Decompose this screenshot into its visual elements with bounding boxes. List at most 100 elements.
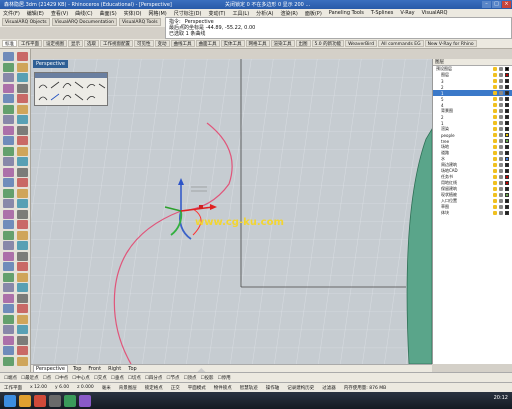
minimize-button[interactable]: – — [482, 1, 491, 8]
lock-icon[interactable] — [499, 163, 503, 167]
layer-color-swatch[interactable] — [505, 115, 509, 119]
toolbar-tool-icon[interactable] — [3, 104, 14, 114]
menu-item[interactable]: 曲线(C) — [75, 10, 92, 17]
toolbar-tool-icon[interactable] — [17, 52, 28, 61]
toolbar-tab[interactable]: VisualARQ Tools — [118, 18, 161, 26]
toolbar-group-tab[interactable]: 曲线工具 — [170, 40, 195, 47]
lock-icon[interactable] — [499, 97, 503, 101]
toolbar-tool-icon[interactable] — [3, 188, 14, 198]
toolbar-group-tab[interactable]: All commands EG — [378, 40, 424, 47]
taskbar-browser-icon[interactable] — [34, 394, 46, 407]
layer-color-swatch[interactable] — [505, 181, 509, 185]
osnap-checkbox[interactable]: ☐点 — [43, 375, 52, 381]
lock-icon[interactable] — [499, 127, 503, 131]
lock-icon[interactable] — [499, 199, 503, 203]
toolbar-tool-icon[interactable] — [17, 272, 28, 282]
toolbar-tool-icon[interactable] — [3, 83, 14, 93]
visibility-icon[interactable] — [493, 79, 497, 83]
toolbar-tool-icon[interactable] — [3, 314, 14, 324]
layer-color-swatch[interactable] — [505, 103, 509, 107]
layer-color-swatch[interactable] — [505, 199, 509, 203]
toolbar-tool-icon[interactable] — [3, 136, 14, 145]
toolbar-tool-icon[interactable] — [17, 62, 28, 72]
layer-color-swatch[interactable] — [505, 193, 509, 197]
lock-icon[interactable] — [499, 157, 503, 161]
visibility-icon[interactable] — [493, 193, 497, 197]
toolbar-tool-icon[interactable] — [3, 167, 14, 177]
layer-color-swatch[interactable] — [505, 157, 509, 161]
osnap-checkbox[interactable]: ☐中点 — [55, 375, 68, 381]
lock-icon[interactable] — [499, 181, 503, 185]
layer-color-swatch[interactable] — [505, 175, 509, 179]
toolbar-group-tab[interactable]: 5.0 的新功能 — [311, 40, 345, 47]
toolbar-tool-icon[interactable] — [17, 73, 28, 82]
osnap-checkbox[interactable]: ☐四分点 — [145, 375, 163, 381]
visibility-icon[interactable] — [493, 139, 497, 143]
menu-item[interactable]: 曲面(S) — [100, 10, 117, 17]
toolbar-tab[interactable]: VisualARQ Documentation — [51, 18, 117, 26]
lock-icon[interactable] — [499, 205, 503, 209]
toolbar-tool-icon[interactable] — [3, 241, 14, 250]
menu-item[interactable]: 文件(F) — [3, 10, 20, 17]
menu-item[interactable]: V-Ray — [400, 10, 414, 16]
toolbar-tool-icon[interactable] — [17, 136, 28, 145]
osnap-checkbox[interactable]: ☐中心点 — [72, 375, 90, 381]
lock-icon[interactable] — [499, 151, 503, 155]
toolbar-tool-icon[interactable] — [3, 199, 14, 208]
layer-color-swatch[interactable] — [505, 67, 509, 71]
menu-item[interactable]: 尺寸标注(D) — [174, 10, 202, 17]
osnap-checkbox[interactable]: ☐停用 — [218, 375, 231, 381]
lock-icon[interactable] — [499, 109, 503, 113]
lock-icon[interactable] — [499, 193, 503, 197]
toolbar-tool-icon[interactable] — [3, 346, 14, 355]
viewport-tab[interactable]: Front — [86, 366, 103, 372]
status-pane[interactable]: 操作轴 — [266, 385, 280, 391]
toolbar-tool-icon[interactable] — [3, 146, 14, 156]
visibility-icon[interactable] — [493, 181, 497, 185]
layer-color-swatch[interactable] — [505, 205, 509, 209]
visibility-icon[interactable] — [493, 115, 497, 119]
toolbar-tool-icon[interactable] — [17, 304, 28, 313]
viewport-tab[interactable]: Right — [106, 366, 123, 372]
menu-item[interactable]: 工具(L) — [232, 10, 249, 17]
lock-icon[interactable] — [499, 115, 503, 119]
toolbar-group-tab[interactable]: 工作视窗配置 — [100, 40, 133, 47]
lock-icon[interactable] — [499, 85, 503, 89]
close-button[interactable]: × — [502, 1, 511, 8]
viewport-title[interactable]: Perspective — [33, 60, 68, 68]
visibility-icon[interactable] — [493, 211, 497, 215]
toolbar-tool-icon[interactable] — [17, 314, 28, 324]
toolbar-tool-icon[interactable] — [3, 157, 14, 166]
visibility-icon[interactable] — [493, 175, 497, 179]
toolbar-tool-icon[interactable] — [3, 209, 14, 219]
visibility-icon[interactable] — [493, 199, 497, 203]
toolbar-group-tab[interactable]: 选取 — [84, 40, 99, 47]
toolbar-group-tab[interactable]: 渲染工具 — [270, 40, 295, 47]
layer-color-swatch[interactable] — [505, 139, 509, 143]
lock-icon[interactable] — [499, 67, 503, 71]
layer-color-swatch[interactable] — [505, 145, 509, 149]
visibility-icon[interactable] — [493, 67, 497, 71]
lock-icon[interactable] — [499, 91, 503, 95]
toolbar-tool-icon[interactable] — [17, 199, 28, 208]
layer-color-swatch[interactable] — [505, 79, 509, 83]
toolbar-tool-icon[interactable] — [3, 94, 14, 103]
toolbar-tool-icon[interactable] — [17, 356, 28, 366]
toolbar-tool-icon[interactable] — [17, 346, 28, 355]
toolbar-tool-icon[interactable] — [17, 262, 28, 271]
layer-color-swatch[interactable] — [505, 163, 509, 167]
layer-color-swatch[interactable] — [505, 97, 509, 101]
viewport-tab[interactable]: Top — [71, 366, 83, 372]
toolbar-tool-icon[interactable] — [17, 157, 28, 166]
toolbar-tool-icon[interactable] — [17, 251, 28, 261]
toolbar-group-tab[interactable]: 网格工具 — [245, 40, 270, 47]
osnap-checkbox[interactable]: ☐顶点 — [183, 375, 196, 381]
toolbar-tool-icon[interactable] — [3, 73, 14, 82]
toolbar-tool-icon[interactable] — [3, 304, 14, 313]
toolbar-tool-icon[interactable] — [3, 62, 14, 72]
lock-icon[interactable] — [499, 133, 503, 137]
toolbar-tool-icon[interactable] — [17, 178, 28, 187]
toolbar-tab[interactable]: VisualARQ Objects — [2, 18, 50, 26]
toolbar-tool-icon[interactable] — [3, 262, 14, 271]
visibility-icon[interactable] — [493, 85, 497, 89]
